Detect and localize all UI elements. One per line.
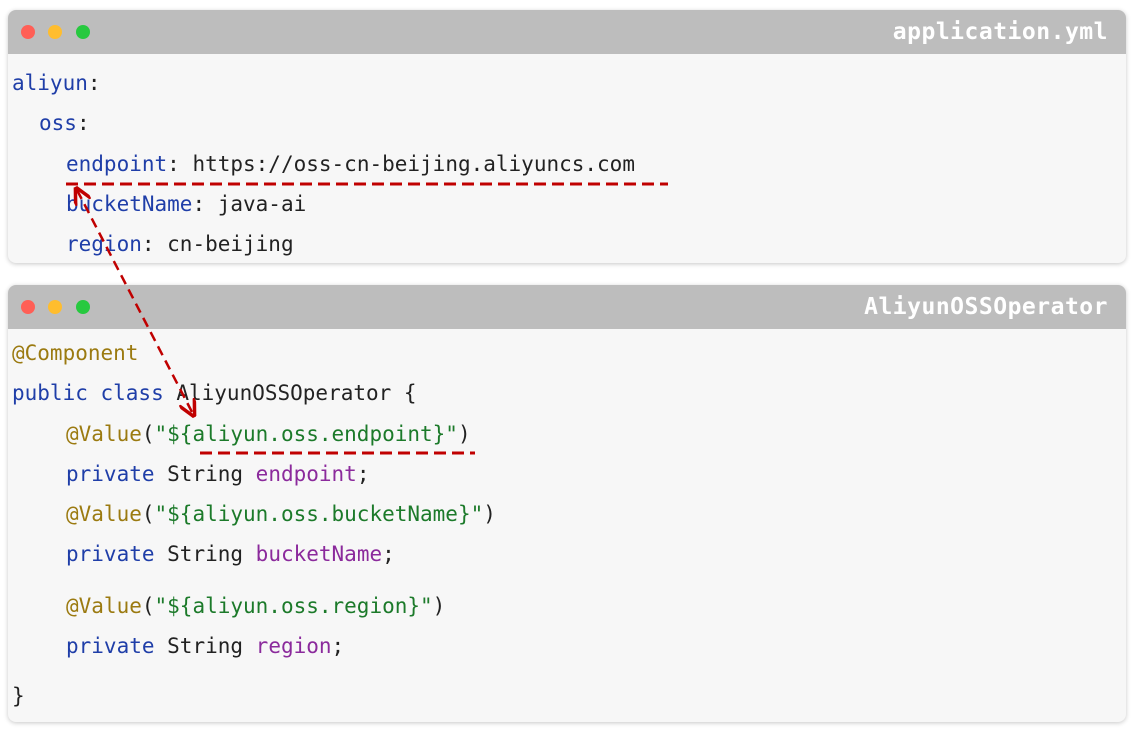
connector-overlay	[66, 182, 668, 455]
dashed-arrow-icon	[77, 190, 193, 414]
